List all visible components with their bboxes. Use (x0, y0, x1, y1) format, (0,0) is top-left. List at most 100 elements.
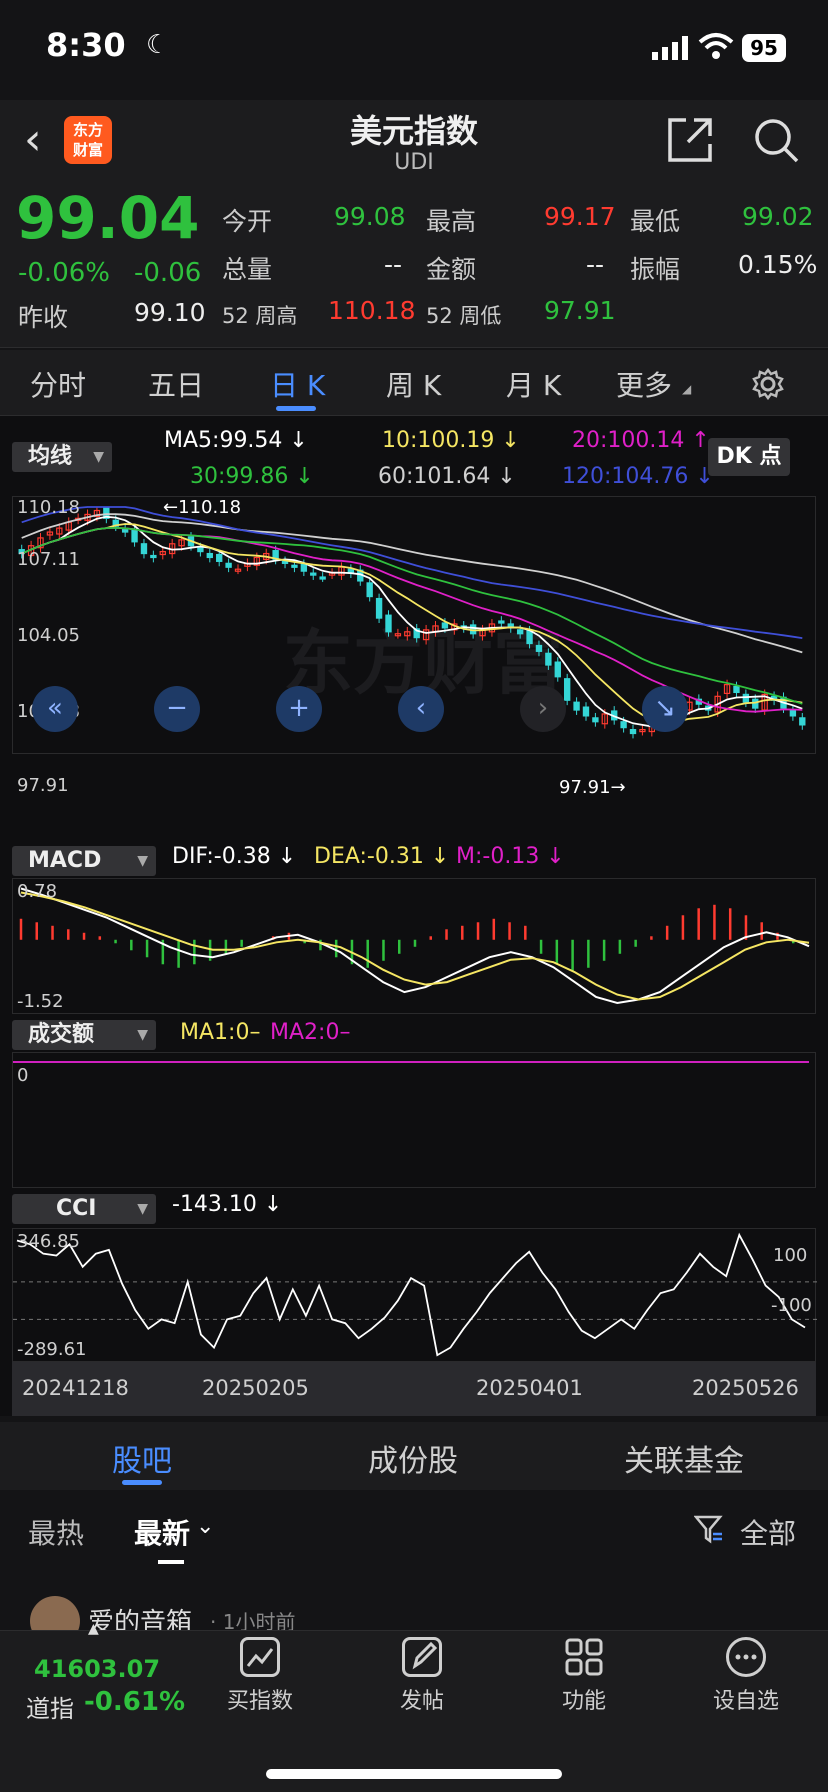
w52-high-value: 110.18 (328, 296, 416, 325)
quote-panel: 99.04 -0.06% -0.06 昨收 99.10 今开 99.08 最高 … (0, 184, 828, 348)
status-bar: 8:30 ☾ 95 (0, 0, 828, 100)
scroll-left-fast-button[interactable]: « (32, 686, 78, 732)
x-axis-bar: 20241218 20250205 20250401 20250526 (12, 1362, 816, 1416)
volume-y-tick: 0 (17, 1065, 29, 1086)
sort-indicator (158, 1560, 184, 1564)
add-watchlist-button[interactable]: 设自选 (686, 1637, 806, 1715)
period-tabs: 分时 五日 日 K 周 K 月 K 更多 ◢ (0, 350, 828, 416)
prev-close-label: 昨收 (18, 303, 69, 332)
tab-weekly-k[interactable]: 周 K (386, 364, 441, 404)
signal-icon (652, 36, 688, 60)
tab-five-day[interactable]: 五日 (148, 364, 204, 404)
candle-body (535, 644, 543, 652)
high-annotation: ←110.18 (163, 497, 242, 518)
volume-chart-frame: 0 (12, 1052, 816, 1188)
cci-y-tick: 346.85 (17, 1231, 80, 1252)
y-tick: 104.05 (17, 625, 80, 646)
tab-related-funds[interactable]: 关联基金 (624, 1436, 744, 1480)
low-label: 最低 (630, 207, 681, 236)
candle-body (291, 564, 298, 568)
prev-close-value: 99.10 (134, 298, 206, 327)
macd-y-tick: -1.52 (17, 991, 64, 1012)
x-tick: 20250205 (202, 1376, 309, 1400)
more-caret-icon: ◢ (682, 382, 692, 396)
dk-points-button[interactable]: DK 点 (708, 438, 790, 476)
tab-intraday[interactable]: 分时 (30, 364, 86, 404)
tab-active-indicator (276, 406, 316, 411)
sort-newest[interactable]: 最新 (134, 1512, 190, 1552)
cci-selector[interactable]: CCI ▼ (12, 1194, 156, 1224)
moon-icon: ☾ (146, 30, 170, 60)
functions-button[interactable]: 功能 (524, 1637, 644, 1715)
w52-low-value: 97.91 (544, 296, 616, 325)
macd-dif: DIF:-0.38 ↓ (172, 844, 297, 869)
zoom-out-button[interactable]: − (154, 686, 200, 732)
candle-body (742, 693, 750, 703)
post-button[interactable]: 发帖 (362, 1637, 482, 1715)
x-tick: 20250401 (476, 1376, 583, 1400)
candle-body (131, 528, 138, 543)
cci-y-tick: -289.61 (17, 1339, 87, 1360)
tab-constituents[interactable]: 成份股 (368, 1436, 458, 1480)
candle-body (563, 678, 571, 701)
macd-y-tick: 0.78 (17, 881, 58, 902)
candle-body (319, 576, 326, 580)
scroll-right-button[interactable]: › (520, 686, 566, 732)
expand-caret-icon[interactable]: ▲ (88, 1621, 99, 1637)
jump-latest-button[interactable]: ↘ (642, 686, 688, 732)
candle-body (225, 562, 232, 568)
ma-selector[interactable]: 均线 ▼ (12, 442, 112, 472)
high-value: 99.17 (544, 202, 616, 231)
settings-gear-icon[interactable] (752, 368, 784, 400)
scroll-left-button[interactable]: ‹ (398, 686, 444, 732)
candle-body (554, 661, 561, 678)
header: ‹ 东方 财富 美元指数 UDI (0, 100, 828, 184)
tab-daily-k[interactable]: 日 K (270, 364, 325, 404)
index-change[interactable]: -0.61% (84, 1687, 185, 1717)
index-value[interactable]: 41603.07 (34, 1655, 160, 1683)
macd-m: M:-0.13 ↓ (456, 844, 565, 869)
ma30-value: 30:99.86 ↓ (190, 464, 314, 489)
tab-forum[interactable]: 股吧 (112, 1436, 172, 1480)
candle-body (573, 701, 580, 711)
macd-chart-frame: 0.78 -1.52 (12, 878, 816, 1014)
open-label: 今开 (222, 207, 273, 236)
macd-selector[interactable]: MACD ▼ (12, 846, 156, 876)
share-icon[interactable] (666, 116, 714, 164)
candle-body (197, 547, 204, 553)
chevron-down-icon[interactable]: ⌄ (196, 1514, 214, 1539)
search-icon[interactable] (752, 116, 800, 164)
candle-body (216, 553, 223, 562)
ma10-value: 10:100.19 ↓ (382, 428, 520, 453)
buy-index-button[interactable]: 买指数 (200, 1637, 320, 1715)
candle-body (516, 629, 524, 635)
bottom-bar: ▲ 41603.07 道指 -0.61% 买指数 发帖 功能 设自选 (0, 1621, 828, 1792)
ma20-value: 20:100.14 ↑ (572, 428, 710, 453)
zoom-in-button[interactable]: + (276, 686, 322, 732)
change-percent: -0.06% (18, 258, 110, 288)
sort-hot[interactable]: 最热 (28, 1512, 84, 1552)
candle-body (799, 717, 806, 726)
cci-chart-frame: 346.85 -289.61 100 -100 (12, 1228, 817, 1362)
tab-monthly-k[interactable]: 月 K (506, 364, 561, 404)
cci-chart (13, 1232, 817, 1357)
candle-body (310, 572, 317, 576)
amount-value: -- (586, 250, 605, 279)
cci-line (16, 1232, 806, 1357)
amount-label: 金额 (426, 255, 477, 284)
y-tick: 97.91 (17, 775, 69, 796)
content-tab-indicator (122, 1480, 162, 1485)
w52-low-label: 52 周低 (426, 304, 502, 328)
filter-icon[interactable] (694, 1514, 724, 1544)
candle-body (545, 652, 552, 666)
cci-level-label: 100 (773, 1245, 808, 1266)
volume-label: 总量 (222, 255, 273, 284)
volume-selector[interactable]: 成交额 ▼ (12, 1020, 156, 1050)
candle-body (526, 630, 533, 645)
filter-all[interactable]: 全部 (740, 1512, 796, 1552)
home-indicator (266, 1769, 562, 1779)
y-tick: 107.11 (17, 549, 80, 570)
x-tick: 20250526 (692, 1376, 799, 1400)
index-name[interactable]: 道指 (26, 1689, 74, 1724)
tab-more[interactable]: 更多 (616, 364, 672, 404)
